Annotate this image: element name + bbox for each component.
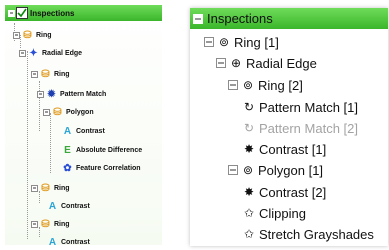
ring-icon: ⛁ xyxy=(23,29,32,41)
tree-item-contrast[interactable]: A Contrast xyxy=(62,125,105,137)
ring-icon: ⛁ xyxy=(41,218,50,230)
collapse-icon[interactable] xyxy=(228,80,238,90)
pattern-match-icon: ✹ xyxy=(47,88,56,100)
clipping-icon: ✩ xyxy=(243,206,255,220)
tree-item-pattern-match-disabled[interactable]: ↻ Pattern Match [2] xyxy=(243,119,358,137)
left-header-label: Inspections xyxy=(30,8,75,18)
tree-item-contrast[interactable]: ✸ Contrast [1] xyxy=(243,140,326,158)
collapse-icon[interactable] xyxy=(43,108,50,116)
ring-icon: ⛁ xyxy=(41,182,50,194)
tree-item-radial-edge[interactable]: ⊕ Radial Edge xyxy=(216,54,317,72)
tree-item-contrast[interactable]: A Contrast xyxy=(47,200,90,212)
tree-item-radial-edge[interactable]: ✦ Radial Edge xyxy=(19,47,82,59)
contrast-icon: A xyxy=(63,125,72,137)
contrast-icon: ✸ xyxy=(243,142,255,156)
tree-item-polygon[interactable]: ⛁ Polygon xyxy=(43,106,94,118)
pattern-match-icon: ↻ xyxy=(243,121,255,135)
collapse-icon[interactable] xyxy=(19,49,26,57)
pattern-match-icon: ↻ xyxy=(243,100,255,114)
polygon-icon: ⊚ xyxy=(242,163,254,177)
tree-item-ring[interactable]: ⊚ Ring [2] xyxy=(228,76,303,94)
radial-edge-icon: ⊕ xyxy=(230,56,242,70)
tree-item-ring[interactable]: ⊚ Ring [1] xyxy=(204,33,279,51)
collapse-icon[interactable] xyxy=(31,184,38,192)
collapse-icon[interactable] xyxy=(31,70,38,78)
tree-item-ring[interactable]: ⛁ Ring xyxy=(31,182,70,194)
collapse-icon[interactable] xyxy=(204,37,214,47)
radial-edge-icon: ✦ xyxy=(29,47,38,59)
tree-item-ring[interactable]: ⛁ Ring xyxy=(31,218,70,230)
left-tree-header[interactable]: Inspections xyxy=(5,5,162,21)
collapse-icon[interactable] xyxy=(37,90,44,98)
contrast-icon: ✸ xyxy=(243,185,255,199)
tree-item-polygon[interactable]: ⊚ Polygon [1] xyxy=(228,161,323,179)
ring-icon: ⊚ xyxy=(218,35,230,49)
stretch-grayshades-icon: ✩ xyxy=(243,227,255,241)
tree-item-clipping[interactable]: ✩ Clipping xyxy=(243,204,306,222)
ring-icon: ⛁ xyxy=(41,68,50,80)
tree-item-contrast[interactable]: A Contrast xyxy=(47,236,90,248)
collapse-icon[interactable] xyxy=(216,58,226,68)
right-header-label: Inspections xyxy=(207,11,273,26)
collapse-icon[interactable] xyxy=(8,9,15,17)
tree-item-feature-correlation[interactable]: ✿ Feature Correlation xyxy=(62,162,140,174)
contrast-icon: A xyxy=(48,236,57,248)
absolute-difference-icon: E xyxy=(64,144,71,156)
inspections-check-icon xyxy=(16,7,28,19)
feature-correlation-icon: ✿ xyxy=(63,162,72,174)
right-inspection-tree: Inspections ⊚ Ring [1] ⊕ Radial Edge ⊚ R… xyxy=(190,8,388,246)
left-inspection-tree: Inspections ⛁ Ring ✦ Radial Edge ⛁ Ring … xyxy=(5,5,162,248)
tree-item-absolute-difference[interactable]: E Absolute Difference xyxy=(62,144,142,156)
collapse-icon[interactable] xyxy=(228,165,238,175)
collapse-icon[interactable] xyxy=(31,220,38,228)
polygon-icon: ⛁ xyxy=(53,106,62,118)
tree-item-pattern-match[interactable]: ↻ Pattern Match [1] xyxy=(243,98,358,116)
right-tree-header[interactable]: Inspections xyxy=(190,8,388,29)
collapse-icon[interactable] xyxy=(193,13,203,24)
ring-icon: ⊚ xyxy=(242,78,254,92)
tree-item-ring[interactable]: ⛁ Ring xyxy=(31,68,70,80)
contrast-icon: A xyxy=(48,200,57,212)
tree-item-contrast[interactable]: ✸ Contrast [2] xyxy=(243,183,326,201)
tree-item-stretch-grayshades[interactable]: ✩ Stretch Grayshades xyxy=(243,225,374,243)
collapse-icon[interactable] xyxy=(13,31,20,39)
tree-item-ring[interactable]: ⛁ Ring xyxy=(13,29,52,41)
tree-item-pattern-match[interactable]: ✹ Pattern Match xyxy=(37,88,106,100)
